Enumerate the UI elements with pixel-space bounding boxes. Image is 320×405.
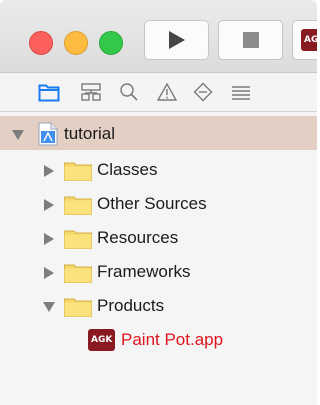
folder-icon [64,264,92,283]
group-label: Products [97,296,165,315]
folder-icon [64,298,92,317]
xcode-project-icon [38,122,58,146]
play-icon [169,31,185,49]
hierarchy-icon[interactable] [80,82,102,102]
search-icon[interactable] [118,82,140,102]
folder-icon [64,230,92,249]
group-label: Other Sources [97,194,207,213]
product-label: Paint Pot.app [121,330,224,349]
folder-icon [64,196,92,215]
warning-icon[interactable] [156,82,178,102]
stop-icon [243,32,259,48]
tree-row-frameworks[interactable]: Frameworks [0,254,317,288]
scheme-badge: AG [301,29,317,51]
disclosure-collapsed-icon[interactable] [44,199,54,211]
group-label: Classes [97,160,158,179]
navigator-selector-bar [0,73,317,112]
app-badge: AGK [88,329,116,351]
close-window-button[interactable] [29,31,53,55]
stop-button[interactable] [218,20,283,60]
disclosure-collapsed-icon[interactable] [44,233,54,245]
tree-row-project[interactable]: tutorial [0,116,317,150]
tree-row-resources[interactable]: Resources [0,220,317,254]
tree-row-classes[interactable]: Classes [0,152,317,186]
disclosure-expanded-icon[interactable] [43,302,55,312]
folder-icon [64,162,92,181]
disclosure-collapsed-icon[interactable] [44,267,54,279]
disclosure-collapsed-icon[interactable] [44,165,54,177]
group-label: Resources [97,228,179,247]
tree-row-other-sources[interactable]: Other Sources [0,186,317,220]
tree-row-products[interactable]: Products [0,288,317,322]
project-label: tutorial [64,124,116,143]
minimize-window-button[interactable] [64,31,88,55]
zoom-window-button[interactable] [99,31,123,55]
disclosure-expanded-icon[interactable] [12,130,24,140]
group-label: Frameworks [97,262,191,281]
list-icon[interactable] [230,82,252,102]
run-button[interactable] [144,20,209,60]
scheme-button[interactable]: AG [292,20,317,60]
xcode-window: AG tutorial Classes Other Sources Resour… [0,0,317,405]
toolbar: AG [0,0,317,73]
tree-row-product-app[interactable]: AGK Paint Pot.app [0,322,317,356]
breakpoint-diamond-icon[interactable] [192,82,214,102]
project-navigator-tree: tutorial Classes Other Sources Resources… [0,112,317,405]
folder-icon[interactable] [38,82,60,102]
